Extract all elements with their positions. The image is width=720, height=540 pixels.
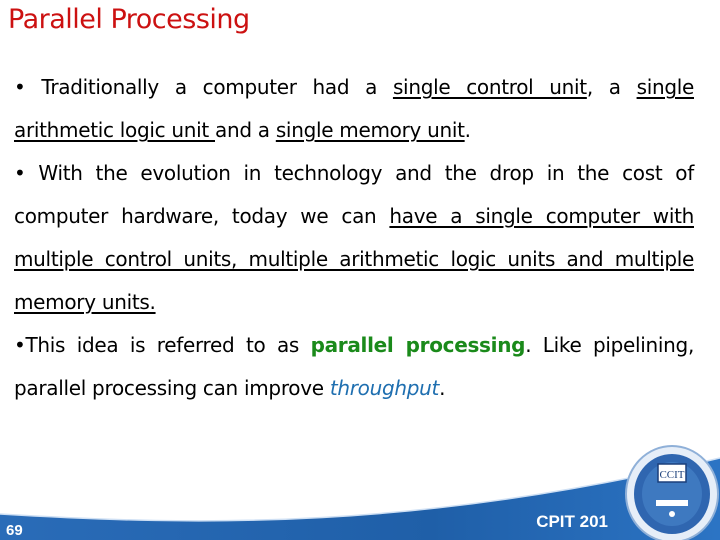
- underlined-text: single control unit: [392, 75, 587, 99]
- text-segment: .: [439, 376, 446, 400]
- university-logo: CCIT: [625, 445, 719, 540]
- text-segment: • Traditionally a computer had a: [14, 75, 393, 99]
- logo-text: CCIT: [659, 469, 684, 481]
- bullet-1: • Traditionally a computer had a single …: [14, 66, 694, 152]
- bullet-3: •This idea is referred to as parallel pr…: [14, 324, 694, 410]
- text-segment: •This idea is referred to as: [14, 333, 311, 357]
- text-segment: and a: [215, 118, 276, 142]
- slide-title: Parallel Processing: [8, 4, 250, 35]
- text-segment: .: [464, 118, 471, 142]
- slide-body: • Traditionally a computer had a single …: [14, 66, 694, 410]
- course-code: CPIT 201: [536, 512, 608, 531]
- slide-number: 69: [6, 522, 23, 539]
- highlight-parallel-processing: parallel processing: [310, 333, 526, 357]
- highlight-throughput: throughput: [329, 376, 440, 400]
- text-segment: , a: [586, 75, 637, 99]
- bullet-2: • With the evolution in technology and t…: [14, 152, 694, 324]
- underlined-text: single memory unit: [275, 118, 465, 142]
